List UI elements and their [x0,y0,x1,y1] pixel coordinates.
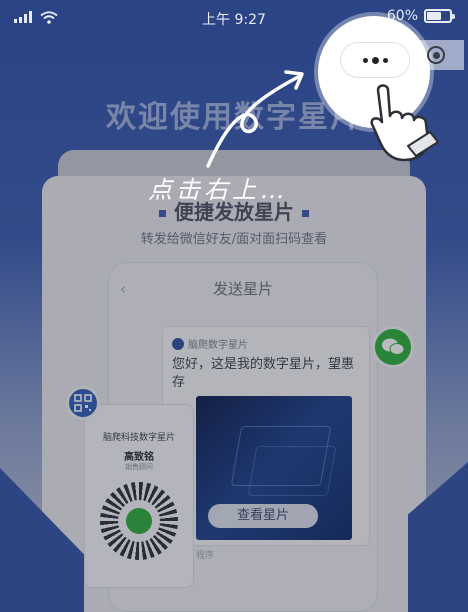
battery-icon [424,9,455,23]
battery-fill [427,12,442,20]
tap-hand-icon [370,84,439,162]
more-dots-icon[interactable] [340,42,410,78]
hint-text: 点击右上… [148,176,288,204]
close-capsule-icon[interactable] [408,40,464,70]
guide-arrow-icon [206,70,304,168]
